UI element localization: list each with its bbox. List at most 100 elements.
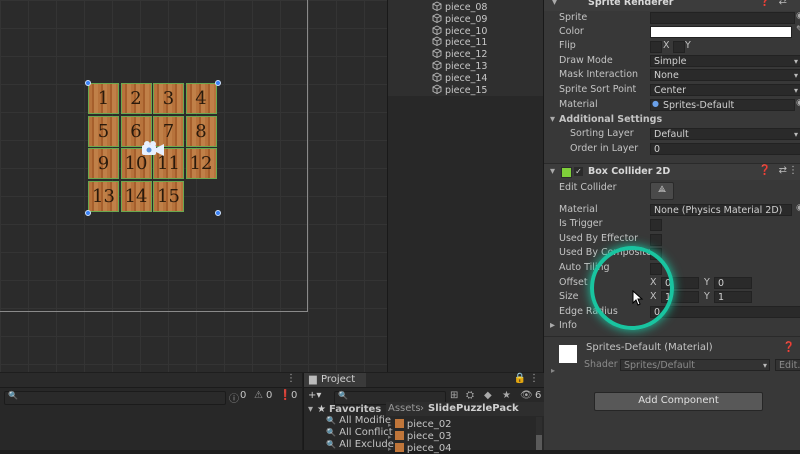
- object-picker-icon[interactable]: ◉: [796, 203, 800, 213]
- object-picker-icon[interactable]: ◉: [796, 11, 800, 21]
- enable-checkbox[interactable]: ✓: [574, 167, 583, 176]
- additional-settings-label[interactable]: Additional Settings: [559, 113, 662, 127]
- puzzle-tile[interactable]: 15: [153, 180, 184, 212]
- sprite-renderer-header[interactable]: ▾ Sprite Renderer ❓ ⇄: [544, 0, 800, 11]
- favorite-item[interactable]: 🔍 All Conflict: [326, 427, 393, 438]
- foldout-arrow-icon[interactable]: ▸: [550, 320, 555, 331]
- order-in-layer-field[interactable]: 0: [650, 143, 800, 155]
- help-icon[interactable]: ❓: [759, 165, 771, 176]
- hierarchy-item[interactable]: piece_08: [432, 1, 487, 13]
- kebab-menu-icon[interactable]: ⋮: [529, 373, 539, 384]
- sprite-field[interactable]: [650, 12, 795, 24]
- is-trigger-checkbox[interactable]: [650, 219, 662, 231]
- kebab-menu-icon[interactable]: ⋮: [286, 373, 296, 384]
- mask-interaction-dropdown[interactable]: None: [650, 69, 800, 82]
- hierarchy-item[interactable]: piece_10: [432, 25, 487, 37]
- add-component-button[interactable]: Add Component: [594, 392, 763, 411]
- puzzle-tile[interactable]: 8: [185, 115, 217, 147]
- puzzle-tile[interactable]: 1: [88, 83, 119, 114]
- edit-collider-button[interactable]: ⟁: [650, 182, 674, 200]
- favorite-item[interactable]: 🔍 All Exclude: [326, 439, 394, 450]
- lock-icon[interactable]: 🔒: [514, 373, 526, 384]
- offset-y-field[interactable]: 0: [714, 277, 752, 289]
- hierarchy-item[interactable]: piece_11: [432, 36, 487, 48]
- foldout-arrow-icon[interactable]: ▸: [388, 445, 392, 453]
- hierarchy-panel[interactable]: piece_08 piece_09 piece_10 piece_11 piece_12…: [387, 0, 543, 372]
- scrollbar-thumb[interactable]: [536, 435, 542, 450]
- hierarchy-item[interactable]: piece_09: [432, 13, 487, 25]
- favorite-item[interactable]: 🔍 All Modifie: [326, 415, 391, 426]
- puzzle-tile[interactable]: 2: [120, 83, 152, 114]
- foldout-arrow-icon[interactable]: ▸: [551, 366, 555, 375]
- eyedropper-icon[interactable]: ✎: [796, 25, 800, 35]
- puzzle-tile[interactable]: 3: [153, 83, 184, 114]
- foldout-arrow-icon[interactable]: ▸: [388, 433, 392, 441]
- object-picker-icon[interactable]: ◉: [796, 98, 800, 108]
- search-filter-icon[interactable]: ⊞: [450, 390, 458, 401]
- info-label[interactable]: Info: [559, 319, 577, 333]
- filter-type-icon[interactable]: ⛭: [466, 390, 474, 401]
- hierarchy-item[interactable]: piece_12: [432, 48, 487, 60]
- project-panel[interactable]: ▆ Project 🔒 ⋮ +▾ 🔍 ⊞ ⛭ ◆ ★ 👁 6 ▾ ★ Favor…: [303, 373, 544, 454]
- rect-handle-top-left[interactable]: [85, 80, 91, 86]
- rect-handle-top-right[interactable]: [215, 80, 221, 86]
- help-icon[interactable]: ❓: [759, 0, 771, 7]
- puzzle-tile[interactable]: 14: [120, 180, 152, 212]
- console-search-input[interactable]: 🔍: [4, 391, 226, 405]
- preset-icon[interactable]: ⇄: [779, 0, 787, 7]
- hierarchy-item[interactable]: piece_15: [432, 84, 487, 96]
- foldout-arrow-icon[interactable]: ▾: [550, 114, 555, 125]
- hierarchy-item[interactable]: piece_14: [432, 72, 487, 84]
- project-scrollbar[interactable]: [536, 417, 542, 450]
- favorites-label[interactable]: Favorites: [329, 404, 381, 415]
- project-file-item[interactable]: ▸ piece_03: [388, 431, 452, 442]
- warning-count-icon[interactable]: ⚠: [254, 390, 263, 401]
- breadcrumb-folder[interactable]: SlidePuzzlePack: [428, 403, 519, 414]
- breadcrumb-root[interactable]: Assets: [388, 403, 421, 414]
- puzzle-tile[interactable]: 9: [88, 148, 119, 179]
- hidden-packages-icon[interactable]: 👁: [520, 390, 533, 401]
- scene-view[interactable]: 1 2 3 4 5 6 7 8 9 10 11 12 13 14 15: [0, 0, 387, 372]
- shader-dropdown[interactable]: Sprites/Default: [620, 359, 770, 372]
- foldout-arrow-icon[interactable]: ▸: [388, 421, 392, 429]
- filter-label-icon[interactable]: ◆: [484, 390, 492, 401]
- flip-y-checkbox[interactable]: [673, 41, 685, 53]
- puzzle-tile[interactable]: 4: [185, 83, 217, 114]
- foldout-arrow-icon[interactable]: ▾: [308, 404, 313, 415]
- favorite-icon[interactable]: ★: [502, 390, 511, 401]
- error-count-icon[interactable]: ❗: [279, 390, 291, 401]
- console-panel[interactable]: ⋮ 🔍 ⓘ 0 ⚠ 0 ❗ 0: [0, 373, 302, 450]
- sorting-layer-dropdown[interactable]: Default: [650, 128, 800, 141]
- project-file-item[interactable]: ▸ piece_04: [388, 443, 452, 454]
- preset-icon[interactable]: ⇄: [779, 165, 787, 176]
- mouse-cursor-icon: [632, 290, 644, 306]
- edge-radius-field[interactable]: 0: [650, 306, 800, 318]
- draw-mode-dropdown[interactable]: Simple: [650, 55, 800, 68]
- rect-handle-bottom-right[interactable]: [215, 210, 221, 216]
- rect-handle-bottom-left[interactable]: [85, 210, 91, 216]
- shader-edit-button[interactable]: Edit...: [775, 359, 800, 371]
- foldout-arrow-icon[interactable]: ▾: [552, 0, 557, 8]
- hierarchy-item-label: piece_10: [445, 25, 488, 37]
- create-button[interactable]: +▾: [308, 390, 321, 401]
- puzzle-tile[interactable]: 13: [88, 180, 119, 212]
- foldout-arrow-icon[interactable]: ▾: [550, 166, 555, 177]
- flip-x-checkbox[interactable]: [650, 41, 662, 53]
- project-tab[interactable]: ▆ Project: [304, 373, 366, 387]
- camera-gizmo-icon[interactable]: [140, 140, 166, 158]
- kebab-menu-icon[interactable]: ⋮: [788, 165, 798, 176]
- help-icon[interactable]: ❓: [783, 342, 795, 353]
- project-file-item[interactable]: ▸ piece_02: [388, 419, 452, 430]
- puzzle-tile[interactable]: 12: [185, 148, 217, 179]
- box-collider-header[interactable]: ▾ ✓ Box Collider 2D ❓ ⇄ ⋮: [544, 163, 800, 180]
- material-field[interactable]: Sprites-Default: [650, 99, 795, 111]
- puzzle-tile[interactable]: 5: [88, 115, 119, 147]
- color-swatch[interactable]: [650, 26, 792, 38]
- inspector-panel[interactable]: ▾ Sprite Renderer ❓ ⇄ Sprite ◉ Color ✎ F…: [543, 0, 800, 450]
- size-y-field[interactable]: 1: [714, 291, 752, 303]
- info-count-icon[interactable]: ⓘ: [229, 390, 239, 405]
- used-by-effector-checkbox[interactable]: [650, 234, 662, 246]
- sort-point-dropdown[interactable]: Center: [650, 84, 800, 97]
- hierarchy-item[interactable]: piece_13: [432, 60, 487, 72]
- collider-material-field[interactable]: None (Physics Material 2D): [650, 204, 792, 216]
